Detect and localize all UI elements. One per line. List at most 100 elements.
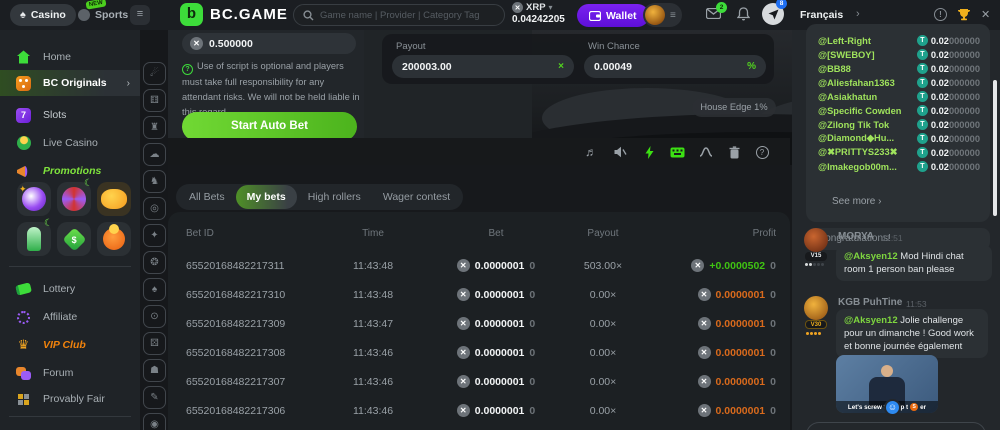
promo-tile-rocket[interactable]: ☾: [17, 222, 51, 256]
xrp-coin-icon: ✕: [698, 404, 711, 417]
tip-username[interactable]: @Imakegob00m...: [818, 162, 917, 172]
game-icon-8[interactable]: ❂: [143, 251, 166, 274]
token-icon: T: [917, 119, 928, 130]
sidebar-item-forum[interactable]: Forum: [0, 360, 140, 386]
see-more-link[interactable]: See more ›: [832, 196, 881, 207]
close-chat-icon[interactable]: ✕: [981, 8, 990, 21]
game-icon-14[interactable]: ◉: [143, 413, 166, 430]
sidebar-item-live-casino[interactable]: Live Casino: [0, 130, 140, 156]
sidebar-item-slots[interactable]: 7 Slots: [0, 102, 140, 128]
game-icon-3[interactable]: ♜: [143, 116, 166, 139]
chat-username[interactable]: KGB PuhTine: [838, 297, 902, 308]
tip-username[interactable]: @[SWEBOY]: [818, 50, 917, 60]
music-toggle[interactable]: ♬: [583, 144, 599, 160]
table-row[interactable]: 65520168482217309 11:43:47 ✕0.00000010 0…: [168, 310, 790, 339]
tip-rain-card: @Left-RightT0.02000000 @[SWEBOY]T0.02000…: [806, 24, 990, 222]
tip-username[interactable]: @BB88: [818, 64, 917, 74]
game-icon-6[interactable]: ◎: [143, 197, 166, 220]
tab-wager-contest[interactable]: Wager contest: [372, 185, 461, 209]
tip-username[interactable]: @✖PRITTYS233✖: [818, 147, 917, 158]
tab-my-bets[interactable]: My bets: [236, 185, 297, 209]
tip-amount: 0.02: [931, 106, 949, 116]
tip-username[interactable]: @Zilong Tik Tok: [818, 120, 917, 130]
moon-badge-icon: ☾: [84, 178, 93, 189]
help-button[interactable]: ?: [754, 144, 770, 160]
brand-logo[interactable]: b BC.GAME: [180, 3, 288, 26]
table-row[interactable]: 65520168482217307 11:43:46 ✕0.00000010 0…: [168, 368, 790, 397]
game-icon-11[interactable]: ⚄: [143, 332, 166, 355]
sidebar-item-provably-fair[interactable]: Provably Fair: [0, 386, 140, 412]
chat-rules-icon[interactable]: !: [934, 8, 947, 21]
tip-username[interactable]: @Diamond◆Hu...: [818, 133, 917, 144]
chat-scrollbar[interactable]: [993, 80, 997, 216]
game-icon-4[interactable]: ☁: [143, 143, 166, 166]
tip-username[interactable]: @Left-Right: [818, 36, 917, 46]
tip-username[interactable]: @Aliesfahan1363: [818, 78, 917, 88]
bet-payout: 0.00×: [568, 289, 638, 301]
game-search[interactable]: [293, 4, 505, 26]
turbo-toggle[interactable]: [641, 144, 657, 160]
tab-all-bets[interactable]: All Bets: [178, 185, 236, 209]
game-icon-13[interactable]: ✎: [143, 386, 166, 409]
wallet-button[interactable]: Wallet: [577, 4, 649, 27]
sidebar-item-bc-originals[interactable]: BC Originals ›: [0, 70, 140, 96]
hotkeys-toggle[interactable]: [669, 144, 685, 160]
chat-input[interactable]: [806, 422, 986, 430]
table-row[interactable]: 65520168482217311 11:43:48 ✕0.00000010 5…: [168, 252, 790, 281]
win-chance-input[interactable]: 0.00049 %: [584, 55, 766, 78]
bet-amount-value: 0.500000: [209, 38, 253, 50]
tab-high-rollers[interactable]: High rollers: [297, 185, 372, 209]
search-input[interactable]: [320, 10, 495, 21]
game-icon-12[interactable]: ☗: [143, 359, 166, 382]
bet-amount-input[interactable]: ✕ 0.500000: [182, 33, 356, 54]
game-icon-2[interactable]: ⚅: [143, 89, 166, 112]
payout-input[interactable]: 200003.00 ×: [392, 55, 574, 78]
sports-toggle[interactable]: Sports NEW: [78, 4, 128, 26]
search-icon: [303, 10, 314, 21]
sidebar-item-lottery[interactable]: Lottery: [0, 276, 140, 302]
game-icon-5[interactable]: ♞: [143, 170, 166, 193]
col-payout: Payout: [568, 228, 638, 239]
game-icon-1[interactable]: ☄: [143, 62, 166, 85]
promo-tile-deals[interactable]: $: [57, 222, 91, 256]
clear-history-button[interactable]: [726, 144, 742, 160]
tip-username[interactable]: @Asiakhatun: [818, 92, 917, 102]
game-icon-10[interactable]: ⊙: [143, 305, 166, 328]
contest-button[interactable]: [957, 8, 971, 21]
avatar[interactable]: [804, 228, 828, 252]
game-icon-7[interactable]: ✦: [143, 224, 166, 247]
chat-username[interactable]: MORYA: [838, 231, 874, 242]
menu-icon[interactable]: ≡: [130, 5, 150, 25]
sidebar-item-home[interactable]: Home: [0, 44, 140, 70]
mention-link[interactable]: @Aksyen12: [844, 315, 898, 326]
table-row[interactable]: 65520168482217310 11:43:48 ✕0.00000010 0…: [168, 281, 790, 310]
promo-tile-referral[interactable]: [97, 222, 131, 256]
sidebar-item-promotions[interactable]: Promotions: [0, 158, 140, 184]
language-selector[interactable]: Français: [800, 9, 843, 21]
emoji-reaction-button[interactable]: ☺: [884, 399, 901, 416]
payout-label: Payout: [396, 41, 426, 52]
avatar[interactable]: [804, 296, 828, 320]
notifications-button[interactable]: [737, 7, 750, 21]
mention-link[interactable]: @Aksyen12: [844, 251, 898, 262]
profile-menu[interactable]: ≡: [643, 3, 682, 27]
promo-tile-piggy[interactable]: [97, 182, 131, 216]
game-icon-9[interactable]: ♠: [143, 278, 166, 301]
table-row[interactable]: 65520168482217306 11:43:46 ✕0.00000010 0…: [168, 397, 790, 426]
xrp-coin-icon: ✕: [457, 346, 470, 359]
mail-button[interactable]: 2: [706, 8, 721, 19]
trends-button[interactable]: [698, 144, 714, 160]
casino-toggle[interactable]: ♠ Casino: [10, 4, 76, 26]
promo-tile-wheel[interactable]: ☾: [57, 182, 91, 216]
table-row[interactable]: 65520168482217308 11:43:46 ✕0.00000010 0…: [168, 339, 790, 368]
sound-toggle[interactable]: [612, 144, 628, 160]
promo-tile-spin[interactable]: ✦: [17, 182, 51, 216]
sidebar-item-vip-club[interactable]: ♛ VIP Club: [0, 332, 140, 358]
sidebar: Home BC Originals › 7 Slots Live Casino …: [0, 30, 140, 430]
currency-selector[interactable]: ✕ XRP ▾ 0.04242205: [512, 2, 572, 25]
sidebar-item-affiliate[interactable]: Affiliate: [0, 304, 140, 330]
chat-toggle-button[interactable]: 8: [762, 3, 784, 25]
start-auto-bet-button[interactable]: Start Auto Bet: [182, 112, 357, 141]
tip-username[interactable]: @Specific Cowden: [818, 106, 917, 116]
token-icon: T: [917, 35, 928, 46]
